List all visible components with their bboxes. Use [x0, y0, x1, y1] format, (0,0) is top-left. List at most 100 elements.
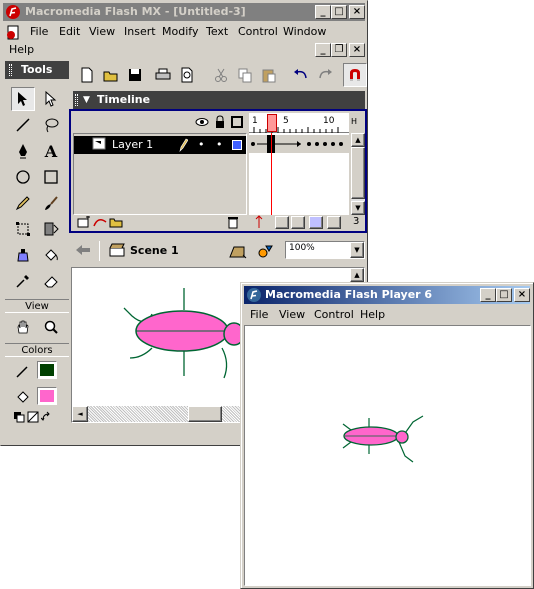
- edit-symbols-icon[interactable]: [257, 243, 275, 262]
- collapse-arrow-icon[interactable]: ▼: [83, 91, 90, 109]
- edit-multiple-frames-button[interactable]: [309, 216, 323, 229]
- menu-insert[interactable]: Insert: [124, 23, 156, 41]
- player-menu-view[interactable]: View: [279, 306, 305, 324]
- edit-scene-icon[interactable]: [229, 243, 247, 262]
- player-menubar: File View Control Help: [244, 306, 530, 324]
- paste-icon[interactable]: [257, 63, 281, 87]
- menu-view[interactable]: View: [89, 23, 115, 41]
- copy-icon[interactable]: [233, 63, 257, 87]
- zoom-select[interactable]: 100% ▼: [285, 241, 365, 259]
- layer-header: [73, 113, 247, 133]
- main-menubar: File Edit View Insert Modify Text Contro…: [3, 23, 365, 41]
- layer-row[interactable]: Layer 1 • •: [74, 136, 246, 154]
- delete-layer-trash-icon[interactable]: [227, 215, 239, 232]
- menu-window[interactable]: Window: [283, 23, 326, 41]
- center-frame-icon[interactable]: H: [351, 115, 363, 129]
- insert-folder-icon[interactable]: [109, 216, 123, 231]
- menu-file[interactable]: File: [30, 23, 48, 41]
- text-tool-icon[interactable]: A: [39, 139, 63, 163]
- swap-colors-button[interactable]: [40, 411, 53, 423]
- timeline-header[interactable]: ▼ Timeline: [73, 91, 365, 109]
- layer-outline-color[interactable]: [232, 140, 242, 150]
- lasso-tool-icon[interactable]: [39, 113, 63, 137]
- default-colors-button[interactable]: [13, 411, 25, 423]
- main-window-title: Macromedia Flash MX - [Untitled-3]: [25, 5, 246, 18]
- back-arrow-icon[interactable]: [75, 244, 91, 259]
- zoom-tool-icon[interactable]: [39, 315, 63, 339]
- maximize-button[interactable]: □: [331, 5, 347, 19]
- dropper-tool-icon[interactable]: [11, 269, 35, 293]
- paint-bucket-tool-icon[interactable]: [39, 243, 63, 267]
- arrow-tool-icon[interactable]: [11, 87, 35, 111]
- tools-panel-header: Tools: [5, 61, 69, 79]
- player-menu-file[interactable]: File: [250, 306, 268, 324]
- player-close-button[interactable]: ×: [514, 288, 530, 302]
- layer-lock-dot[interactable]: •: [216, 136, 223, 154]
- undo-icon[interactable]: [289, 63, 313, 87]
- stroke-color-swatch[interactable]: [37, 361, 57, 379]
- subselect-tool-icon[interactable]: [39, 87, 63, 111]
- frame-ruler[interactable]: 1 5 10: [249, 113, 349, 133]
- menu-help[interactable]: Help: [9, 41, 34, 59]
- doc-restore-button[interactable]: ❐: [331, 43, 347, 57]
- fill-color-fill: [40, 390, 54, 402]
- layer-visible-dot[interactable]: •: [198, 136, 205, 154]
- flash-app-icon: [5, 4, 21, 20]
- playhead-marker[interactable]: [267, 114, 277, 132]
- zoom-dropdown-arrow[interactable]: ▼: [350, 242, 364, 258]
- timeline-vscroll[interactable]: ▲ ▼: [351, 133, 365, 215]
- fill-color-icon: [11, 385, 35, 409]
- cut-icon[interactable]: [209, 63, 233, 87]
- doc-minimize-button[interactable]: _: [315, 43, 331, 57]
- doc-close-button[interactable]: ×: [349, 43, 365, 57]
- new-file-icon[interactable]: [75, 63, 99, 87]
- snap-magnet-icon[interactable]: [343, 63, 367, 87]
- print-preview-icon[interactable]: [175, 63, 199, 87]
- rectangle-tool-icon[interactable]: [39, 165, 63, 189]
- add-guide-layer-icon[interactable]: [93, 216, 107, 231]
- show-hide-eye-icon[interactable]: [195, 116, 209, 131]
- ink-bottle-tool-icon[interactable]: [11, 243, 35, 267]
- menu-control[interactable]: Control: [238, 23, 278, 41]
- timeline-panel: Layer 1 • • 1 5 10 H ▲ ▼ 3: [69, 109, 367, 233]
- player-maximize-button[interactable]: □: [496, 288, 512, 302]
- free-transform-tool-icon[interactable]: [11, 217, 35, 241]
- stage-scroll-up[interactable]: ▲: [350, 268, 364, 282]
- player-minimize-button[interactable]: _: [480, 288, 496, 302]
- fill-color-swatch[interactable]: [37, 387, 57, 405]
- frame-grid[interactable]: [249, 133, 349, 215]
- fill-transform-tool-icon[interactable]: [39, 217, 63, 241]
- oval-tool-icon[interactable]: [11, 165, 35, 189]
- stage-hscroll-thumb[interactable]: [188, 406, 222, 422]
- eraser-tool-icon[interactable]: [39, 269, 63, 293]
- layer-frames-row[interactable]: [249, 135, 349, 153]
- modify-onion-markers-button[interactable]: [327, 216, 341, 229]
- menu-modify[interactable]: Modify: [162, 23, 198, 41]
- onion-skin-button[interactable]: [275, 216, 289, 229]
- colors-section-label: Colors: [5, 343, 69, 357]
- redo-icon[interactable]: [313, 63, 337, 87]
- close-button[interactable]: ×: [349, 5, 365, 19]
- lock-icon[interactable]: [215, 115, 225, 132]
- hand-tool-icon[interactable]: [11, 315, 35, 339]
- outline-toggle-icon[interactable]: [231, 116, 243, 131]
- menu-edit[interactable]: Edit: [59, 23, 80, 41]
- frame-number-10: 10: [323, 116, 335, 126]
- menu-text[interactable]: Text: [206, 23, 228, 41]
- onion-skin-outlines-button[interactable]: [291, 216, 305, 229]
- center-frame-button[interactable]: [253, 215, 265, 232]
- player-stage[interactable]: [244, 325, 531, 586]
- insert-layer-icon[interactable]: [77, 215, 91, 231]
- player-menu-help[interactable]: Help: [360, 306, 385, 324]
- minimize-button[interactable]: _: [315, 5, 331, 19]
- brush-tool-icon[interactable]: [39, 191, 63, 215]
- stage-scroll-left[interactable]: ◄: [72, 406, 88, 422]
- print-icon[interactable]: [151, 63, 175, 87]
- open-file-icon[interactable]: [99, 63, 123, 87]
- pen-tool-icon[interactable]: [11, 139, 35, 163]
- pencil-tool-icon[interactable]: [11, 191, 35, 215]
- save-icon[interactable]: [123, 63, 147, 87]
- line-tool-icon[interactable]: [11, 113, 35, 137]
- player-menu-control[interactable]: Control: [314, 306, 354, 324]
- no-color-button[interactable]: [27, 411, 39, 423]
